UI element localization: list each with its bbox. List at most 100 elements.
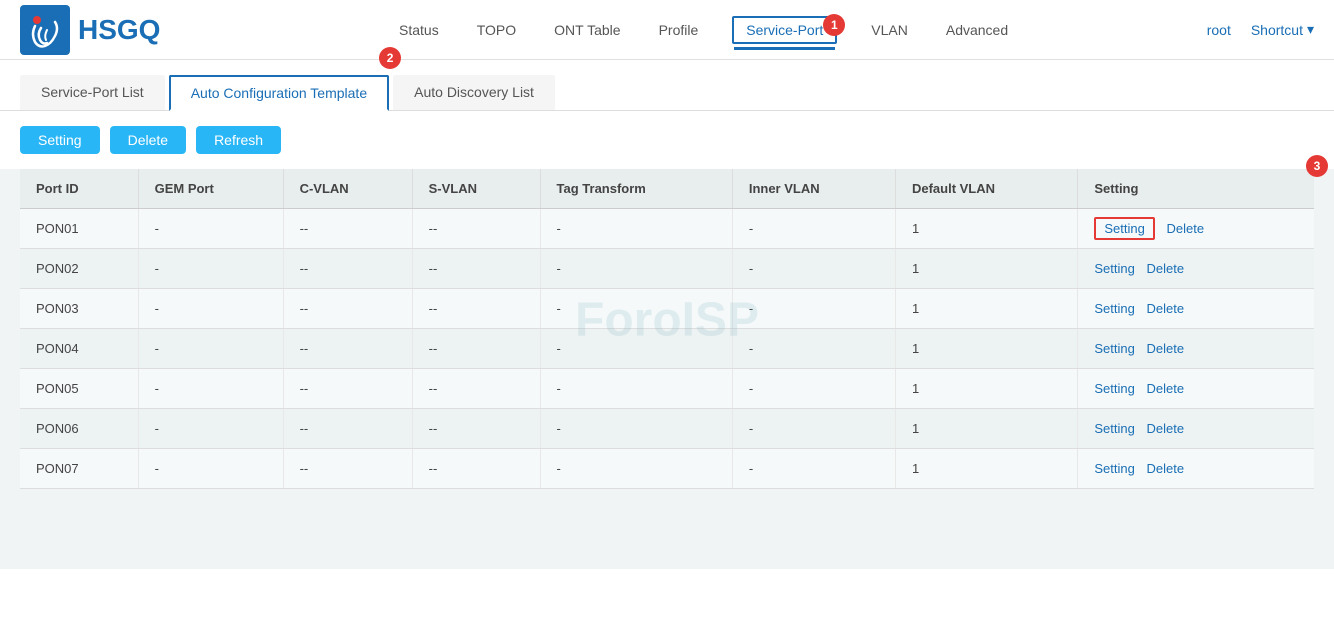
tab-service-port-list[interactable]: Service-Port List [20, 75, 165, 110]
action-setting-link[interactable]: Setting [1094, 261, 1134, 276]
table-row: PON02 - -- -- - - 1 Setting Delete [20, 249, 1314, 289]
cell-c-vlan: -- [283, 289, 412, 329]
action-setting-link[interactable]: Setting [1094, 461, 1134, 476]
nav-service-port[interactable]: Service-Port [732, 16, 837, 44]
nav-root[interactable]: root [1207, 22, 1231, 38]
cell-actions: Setting Delete [1078, 329, 1314, 369]
col-gem-port: GEM Port [138, 169, 283, 209]
cell-port-id: PON03 [20, 289, 138, 329]
col-c-vlan: C-VLAN [283, 169, 412, 209]
cell-s-vlan: -- [412, 289, 540, 329]
main-nav: Status TOPO ONT Table Profile Service-Po… [200, 16, 1206, 44]
cell-port-id: PON02 [20, 249, 138, 289]
main-table: Port ID GEM Port C-VLAN S-VLAN Tag Trans… [20, 169, 1314, 489]
cell-s-vlan: -- [412, 409, 540, 449]
cell-default-vlan: 1 [895, 409, 1077, 449]
nav-right: root Shortcut ▾ [1207, 21, 1314, 38]
action-setting-link[interactable]: Setting [1094, 217, 1154, 240]
tab-auto-config[interactable]: Auto Configuration Template [169, 75, 389, 111]
chevron-down-icon: ▾ [1307, 21, 1314, 38]
action-setting-link[interactable]: Setting [1094, 421, 1134, 436]
nav-status[interactable]: Status [395, 16, 443, 44]
cell-s-vlan: -- [412, 249, 540, 289]
cell-c-vlan: -- [283, 329, 412, 369]
cell-tag-transform: - [540, 369, 732, 409]
action-delete-link[interactable]: Delete [1147, 341, 1185, 356]
cell-tag-transform: - [540, 249, 732, 289]
cell-s-vlan: -- [412, 449, 540, 489]
cell-tag-transform: - [540, 209, 732, 249]
cell-default-vlan: 1 [895, 289, 1077, 329]
nav-shortcut[interactable]: Shortcut ▾ [1251, 21, 1314, 38]
cell-c-vlan: -- [283, 369, 412, 409]
logo-text: HSGQ [78, 14, 160, 46]
nav-service-port-wrap: Service-Port 1 [732, 22, 837, 38]
table-row: PON01 - -- -- - - 1 Setting Delete [20, 209, 1314, 249]
cell-s-vlan: -- [412, 369, 540, 409]
table-container: Port ID GEM Port C-VLAN S-VLAN Tag Trans… [0, 169, 1334, 569]
col-inner-vlan: Inner VLAN [732, 169, 895, 209]
nav-profile[interactable]: Profile [655, 16, 703, 44]
cell-gem-port: - [138, 409, 283, 449]
setting-button[interactable]: Setting [20, 126, 100, 154]
cell-gem-port: - [138, 289, 283, 329]
nav-vlan[interactable]: VLAN [867, 16, 912, 44]
cell-actions: Setting Delete [1078, 369, 1314, 409]
cell-inner-vlan: - [732, 289, 895, 329]
cell-inner-vlan: - [732, 369, 895, 409]
col-port-id: Port ID [20, 169, 138, 209]
badge-3: 3 [1306, 155, 1328, 177]
cell-s-vlan: -- [412, 209, 540, 249]
toolbar: Setting Delete Refresh [0, 111, 1334, 169]
cell-tag-transform: - [540, 289, 732, 329]
action-setting-link[interactable]: Setting [1094, 301, 1134, 316]
col-default-vlan: Default VLAN [895, 169, 1077, 209]
tab-auto-discovery[interactable]: Auto Discovery List [393, 75, 555, 110]
nav-ont-table[interactable]: ONT Table [550, 16, 624, 44]
refresh-button[interactable]: Refresh [196, 126, 281, 154]
cell-gem-port: - [138, 449, 283, 489]
table-row: PON03 - -- -- - - 1 Setting Delete [20, 289, 1314, 329]
cell-actions: Setting Delete [1078, 249, 1314, 289]
cell-port-id: PON05 [20, 369, 138, 409]
cell-gem-port: - [138, 249, 283, 289]
table-header-row: Port ID GEM Port C-VLAN S-VLAN Tag Trans… [20, 169, 1314, 209]
table-row: PON05 - -- -- - - 1 Setting Delete [20, 369, 1314, 409]
cell-port-id: PON01 [20, 209, 138, 249]
logo-icon [20, 5, 70, 55]
cell-actions: Setting Delete [1078, 289, 1314, 329]
cell-gem-port: - [138, 369, 283, 409]
badge-1: 1 [823, 14, 845, 36]
nav-topo[interactable]: TOPO [473, 16, 520, 44]
cell-gem-port: - [138, 329, 283, 369]
cell-actions: Setting Delete [1078, 409, 1314, 449]
cell-inner-vlan: - [732, 329, 895, 369]
cell-tag-transform: - [540, 409, 732, 449]
cell-default-vlan: 1 [895, 209, 1077, 249]
cell-gem-port: - [138, 209, 283, 249]
action-delete-link[interactable]: Delete [1167, 221, 1205, 236]
header: HSGQ Status TOPO ONT Table Profile Servi… [0, 0, 1334, 60]
cell-inner-vlan: - [732, 409, 895, 449]
cell-tag-transform: - [540, 329, 732, 369]
cell-inner-vlan: - [732, 209, 895, 249]
delete-button[interactable]: Delete [110, 126, 186, 154]
action-delete-link[interactable]: Delete [1147, 381, 1185, 396]
badge-2: 2 [379, 47, 401, 69]
nav-advanced[interactable]: Advanced [942, 16, 1012, 44]
action-delete-link[interactable]: Delete [1147, 421, 1185, 436]
cell-actions: Setting Delete [1078, 449, 1314, 489]
cell-inner-vlan: - [732, 249, 895, 289]
cell-default-vlan: 1 [895, 369, 1077, 409]
action-delete-link[interactable]: Delete [1147, 301, 1185, 316]
action-setting-link[interactable]: Setting [1094, 341, 1134, 356]
col-tag-transform: Tag Transform [540, 169, 732, 209]
cell-tag-transform: - [540, 449, 732, 489]
action-delete-link[interactable]: Delete [1147, 461, 1185, 476]
col-s-vlan: S-VLAN [412, 169, 540, 209]
action-delete-link[interactable]: Delete [1147, 261, 1185, 276]
tab-auto-config-wrap: Auto Configuration Template 2 [169, 75, 389, 110]
cell-inner-vlan: - [732, 449, 895, 489]
action-setting-link[interactable]: Setting [1094, 381, 1134, 396]
col-setting: Setting 3 [1078, 169, 1314, 209]
